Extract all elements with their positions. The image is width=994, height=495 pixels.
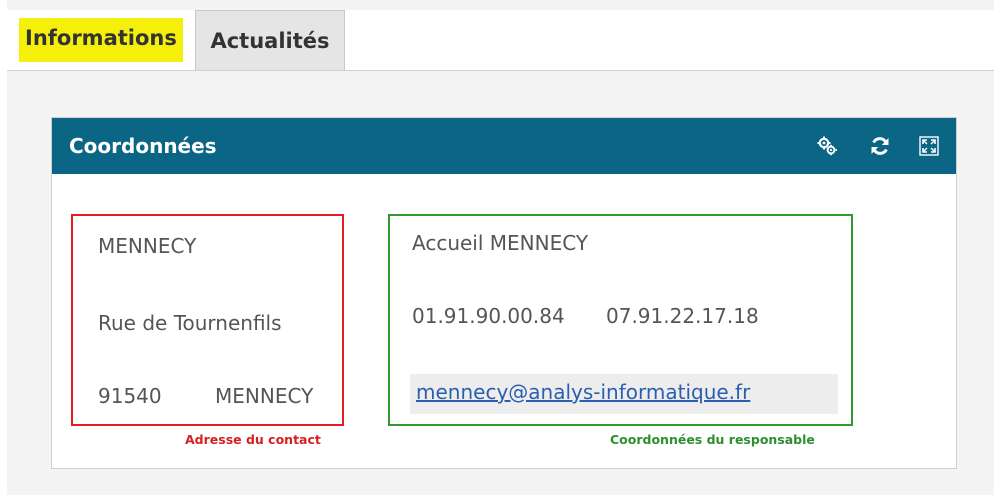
responsible-phone-1: 01.91.90.00.84 [412,304,565,328]
tab-informations[interactable]: Informations [11,10,195,70]
address-city: MENNECY [98,234,197,258]
responsible-phone-2: 07.91.22.17.18 [606,304,759,328]
refresh-icon[interactable] [869,135,891,157]
address-postal-code: 91540 [98,384,162,408]
address-street: Rue de Tournenfils [98,311,282,335]
responsible-contact-box: Accueil MENNECY 01.91.90.00.84 07.91.22.… [388,214,853,426]
responsible-caption: Coordonnées du responsable [610,432,815,447]
coordonnees-panel: Coordonnées MENNECY Rue de Tournenfils 9… [51,117,957,469]
responsible-name: Accueil MENNECY [412,231,589,255]
panel-header: Coordonnées [52,118,956,174]
tab-informations-label: Informations [19,18,183,62]
tab-bar: Informations Actualités [7,10,994,71]
address-postal-city: MENNECY [215,384,314,408]
contact-address-caption: Adresse du contact [185,432,321,447]
responsible-email-link[interactable]: mennecy@analys-informatique.fr [416,380,750,404]
expand-icon[interactable] [918,135,940,157]
tab-actualites-label: Actualités [210,28,330,53]
contact-address-box: MENNECY Rue de Tournenfils 91540 MENNECY [71,214,344,426]
panel-title: Coordonnées [69,134,217,158]
settings-gears-icon[interactable] [816,135,838,157]
tab-actualites[interactable]: Actualités [195,10,345,70]
email-field: mennecy@analys-informatique.fr [410,374,838,414]
